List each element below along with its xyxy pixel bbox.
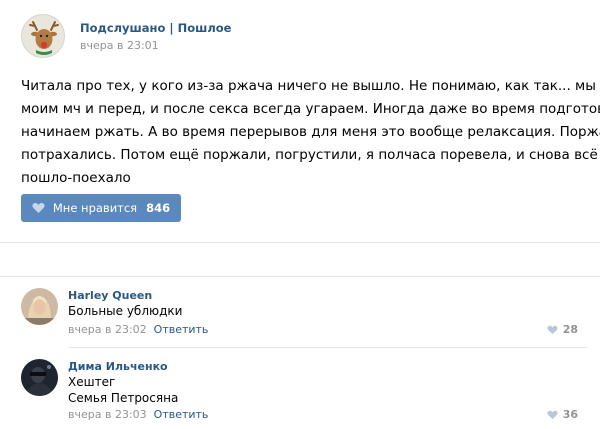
user-photo-icon [21, 288, 58, 325]
comment-like-button[interactable]: 36 [547, 408, 578, 421]
post-text-line: пошло-поехало [21, 170, 131, 186]
post-text-line: потрахались. Потом ещё поржали, погрусти… [21, 147, 598, 163]
comment-text-line: Хештег [68, 375, 116, 389]
post-text: Читала про тех, у кого из-за ржача ничег… [21, 75, 600, 190]
comment-time[interactable]: вчера в 23:02 [68, 323, 147, 336]
comment-author[interactable]: Harley Queen [68, 289, 152, 302]
divider [0, 276, 600, 277]
post-text-line: начинаем ржать. А во время перерывов для… [21, 124, 600, 140]
group-avatar[interactable] [21, 14, 65, 58]
divider [0, 242, 600, 243]
reply-button[interactable]: Ответить [154, 323, 209, 336]
group-name[interactable]: Подслушано | Пошлое [80, 21, 231, 35]
comment-text: Больные ублюдки [68, 303, 182, 319]
reply-button[interactable]: Ответить [154, 408, 209, 421]
comment-text-line: Больные ублюдки [68, 304, 183, 318]
comment-like-count: 36 [562, 408, 578, 421]
avatar[interactable] [21, 288, 58, 325]
post-time[interactable]: вчера в 23:01 [80, 39, 159, 52]
comment-text: Хештег Семья Петросяна [68, 374, 178, 406]
comment-text-line: Семья Петросяна [68, 391, 179, 405]
avatar[interactable] [21, 359, 58, 396]
like-button[interactable]: Мне нравится 846 [21, 194, 181, 222]
heart-icon [32, 202, 45, 214]
comment-meta: вчера в 23:03 Ответить [68, 408, 208, 421]
like-label: Мне нравится [52, 201, 138, 215]
like-count: 846 [146, 201, 171, 215]
comment-like-button[interactable]: 28 [547, 323, 578, 336]
comment-meta: вчера в 23:02 Ответить [68, 323, 208, 336]
divider [68, 347, 588, 348]
reindeer-avatar-icon [29, 21, 59, 55]
comment: Harley Queen Больные ублюдки вчера в 23:… [0, 280, 600, 350]
post-text-line: моим мч и перед, и после секса всегда уг… [21, 101, 600, 117]
comment-author[interactable]: Дима Ильченко [68, 360, 168, 373]
comment: Дима Ильченко Хештег Семья Петросяна вче… [0, 351, 600, 421]
heart-icon [547, 325, 558, 335]
comment-time[interactable]: вчера в 23:03 [68, 408, 147, 421]
comment-like-count: 28 [562, 323, 578, 336]
heart-icon [547, 410, 558, 420]
post-text-line: Читала про тех, у кого из-за ржача ничег… [21, 78, 600, 94]
user-photo-icon [21, 359, 58, 396]
